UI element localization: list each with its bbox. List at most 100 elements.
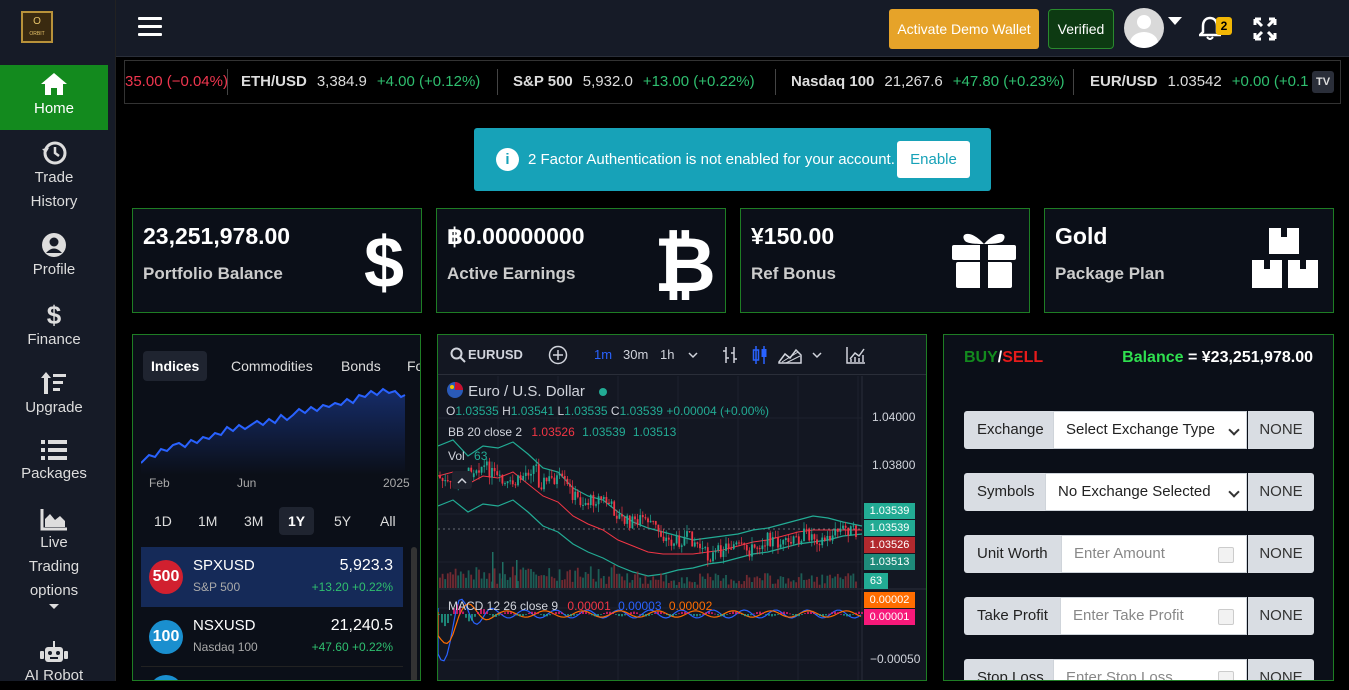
candle-body [821, 537, 824, 546]
candle-body [569, 484, 571, 487]
avatar[interactable] [1124, 8, 1164, 48]
tradingview-logo-icon[interactable]: TV [1312, 71, 1334, 93]
sidebar-item-trade-history[interactable]: Trade History [0, 140, 108, 215]
stop-loss-input[interactable]: Enter Stop Loss [1053, 659, 1247, 680]
enable-2fa-button[interactable]: Enable [897, 141, 970, 178]
interval-30m[interactable]: 30m [623, 347, 648, 362]
candle-body [688, 531, 691, 533]
verified-button[interactable]: Verified [1048, 9, 1114, 49]
market-open-dot [599, 388, 608, 396]
sidebar-item-finance[interactable]: $ Finance [0, 302, 108, 352]
list-item[interactable]: 100 NSXUSD Nasdaq 100 21,240.5 +47.60 +0… [141, 607, 403, 667]
take-profit-input[interactable]: Enter Take Profit [1060, 597, 1247, 635]
candles-icon[interactable] [752, 345, 768, 365]
volume-bar [771, 583, 774, 588]
ticker-item[interactable]: EUR/USD 1.03542 +0.00 (+0.1 [1090, 61, 1308, 103]
add-compare-icon[interactable] [548, 345, 568, 365]
volume-bar [706, 573, 709, 588]
sidebar-item-upgrade[interactable]: Upgrade [0, 370, 108, 420]
range-3m[interactable]: 3M [235, 507, 272, 535]
interval-1m[interactable]: 1m [594, 347, 612, 362]
volume-bar [709, 576, 712, 588]
bar-type-icon[interactable] [722, 346, 738, 364]
range-1m[interactable]: 1M [189, 507, 226, 535]
alert-text: 2 Factor Authentication is not enabled f… [528, 151, 895, 168]
area-chart-icon[interactable] [778, 346, 802, 364]
sidebar-item-packages[interactable]: Packages [0, 438, 108, 488]
volume-bar [446, 573, 449, 588]
candle-body [618, 514, 621, 519]
interval-1h[interactable]: 1h [660, 347, 674, 362]
ticker-item[interactable]: Nasdaq 100 21,267.6 +47.80 (+0.23%) [791, 61, 1065, 103]
sidebar-item-profile[interactable]: Profile [0, 232, 108, 282]
macd-histogram-bar [669, 614, 671, 617]
candle-body [722, 550, 725, 557]
volume-bar [693, 581, 696, 588]
ticker-item[interactable]: S&P 500 5,932.0 +13.00 (+0.22%) [513, 61, 755, 103]
volume-bar [522, 567, 525, 588]
chart-symbol[interactable]: EURUSD [468, 347, 523, 362]
tab-indices[interactable]: Indices [143, 351, 208, 381]
scrollbar[interactable] [411, 547, 417, 680]
collapse-legend-icon[interactable] [452, 471, 472, 489]
buy-tab[interactable]: BUY [964, 349, 998, 366]
tab-commodities[interactable]: Commodities [223, 351, 321, 381]
exchange-select[interactable]: Select Exchange Type [1053, 411, 1247, 449]
user-circle-icon [42, 233, 66, 257]
brand-logo[interactable]: O ORBIT [21, 11, 53, 43]
symbols-select[interactable]: No Exchange Selected [1045, 473, 1247, 511]
macd-histogram-bar [849, 614, 851, 616]
caret-down-icon[interactable] [1168, 17, 1182, 25]
search-icon[interactable] [450, 347, 466, 363]
chevron-down-icon[interactable] [688, 352, 698, 359]
ticker-item[interactable]: 35.00 (−0.04%) [125, 61, 228, 103]
menu-toggle-icon[interactable] [138, 17, 162, 37]
volume-bar [855, 581, 857, 588]
range-all[interactable]: All [371, 507, 405, 535]
bb-legend[interactable]: BB 20 close 2 1.03526 1.03539 1.03513 [448, 425, 676, 439]
volume-bar [680, 577, 683, 588]
unit-worth-input[interactable]: Enter Amount [1061, 535, 1247, 573]
macd-histogram-bar [516, 614, 518, 616]
list-item[interactable]: 500 SPXUSD S&P 500 5,923.3 +13.20 +0.22% [141, 547, 403, 607]
candle-body [842, 525, 844, 529]
volume-bar [834, 576, 837, 588]
sidebar-item-home[interactable]: Home [0, 65, 108, 130]
volume-bar [563, 579, 566, 588]
symbol-name: S&P 500 [193, 580, 241, 594]
vol-legend[interactable]: Vol 63 [448, 449, 487, 463]
volume-bar [813, 581, 816, 588]
volume-bar [805, 579, 808, 588]
sidebar-item-live-trading[interactable]: Live Trading options [0, 507, 108, 622]
candle-body [496, 471, 499, 476]
candle-body [849, 526, 852, 536]
chevron-down-icon[interactable] [812, 352, 822, 359]
dollar-icon: $ [364, 227, 404, 297]
range-1y[interactable]: 1Y [279, 507, 315, 535]
tab-bonds[interactable]: Bonds [333, 351, 389, 381]
volume-bar [784, 583, 787, 588]
volume-bar [649, 580, 652, 588]
sell-tab[interactable]: SELL [1002, 349, 1043, 366]
sidebar-item-ai-robot[interactable]: AI Robot [0, 640, 108, 690]
card-label: Portfolio Balance [143, 264, 283, 283]
macd-legend[interactable]: MACD 12 26 close 9 0.00001 0.00003 0.000… [448, 599, 712, 613]
macd-histogram-bar [699, 614, 701, 616]
range-5y[interactable]: 5Y [325, 507, 360, 535]
candle-body [636, 519, 639, 525]
range-1d[interactable]: 1D [145, 507, 181, 535]
volume-bar [803, 579, 805, 588]
ticker-item[interactable]: ETH/USD 3,384.9 +4.00 (+0.12%) [241, 61, 480, 103]
candle-body [548, 476, 551, 482]
macd-histogram-bar [741, 614, 743, 615]
candle-body [704, 547, 707, 549]
tab-forex[interactable]: Fo [399, 351, 420, 381]
fullscreen-icon[interactable] [1253, 17, 1277, 41]
macd-histogram-bar [600, 614, 602, 615]
macd-histogram-bar [843, 614, 845, 616]
indicators-icon[interactable] [846, 346, 866, 364]
symbol-badge [149, 675, 183, 680]
candle-body [787, 538, 790, 542]
activate-demo-wallet-button[interactable]: Activate Demo Wallet [889, 9, 1039, 49]
buy-sell-header: BUY/SELL [964, 349, 1044, 366]
